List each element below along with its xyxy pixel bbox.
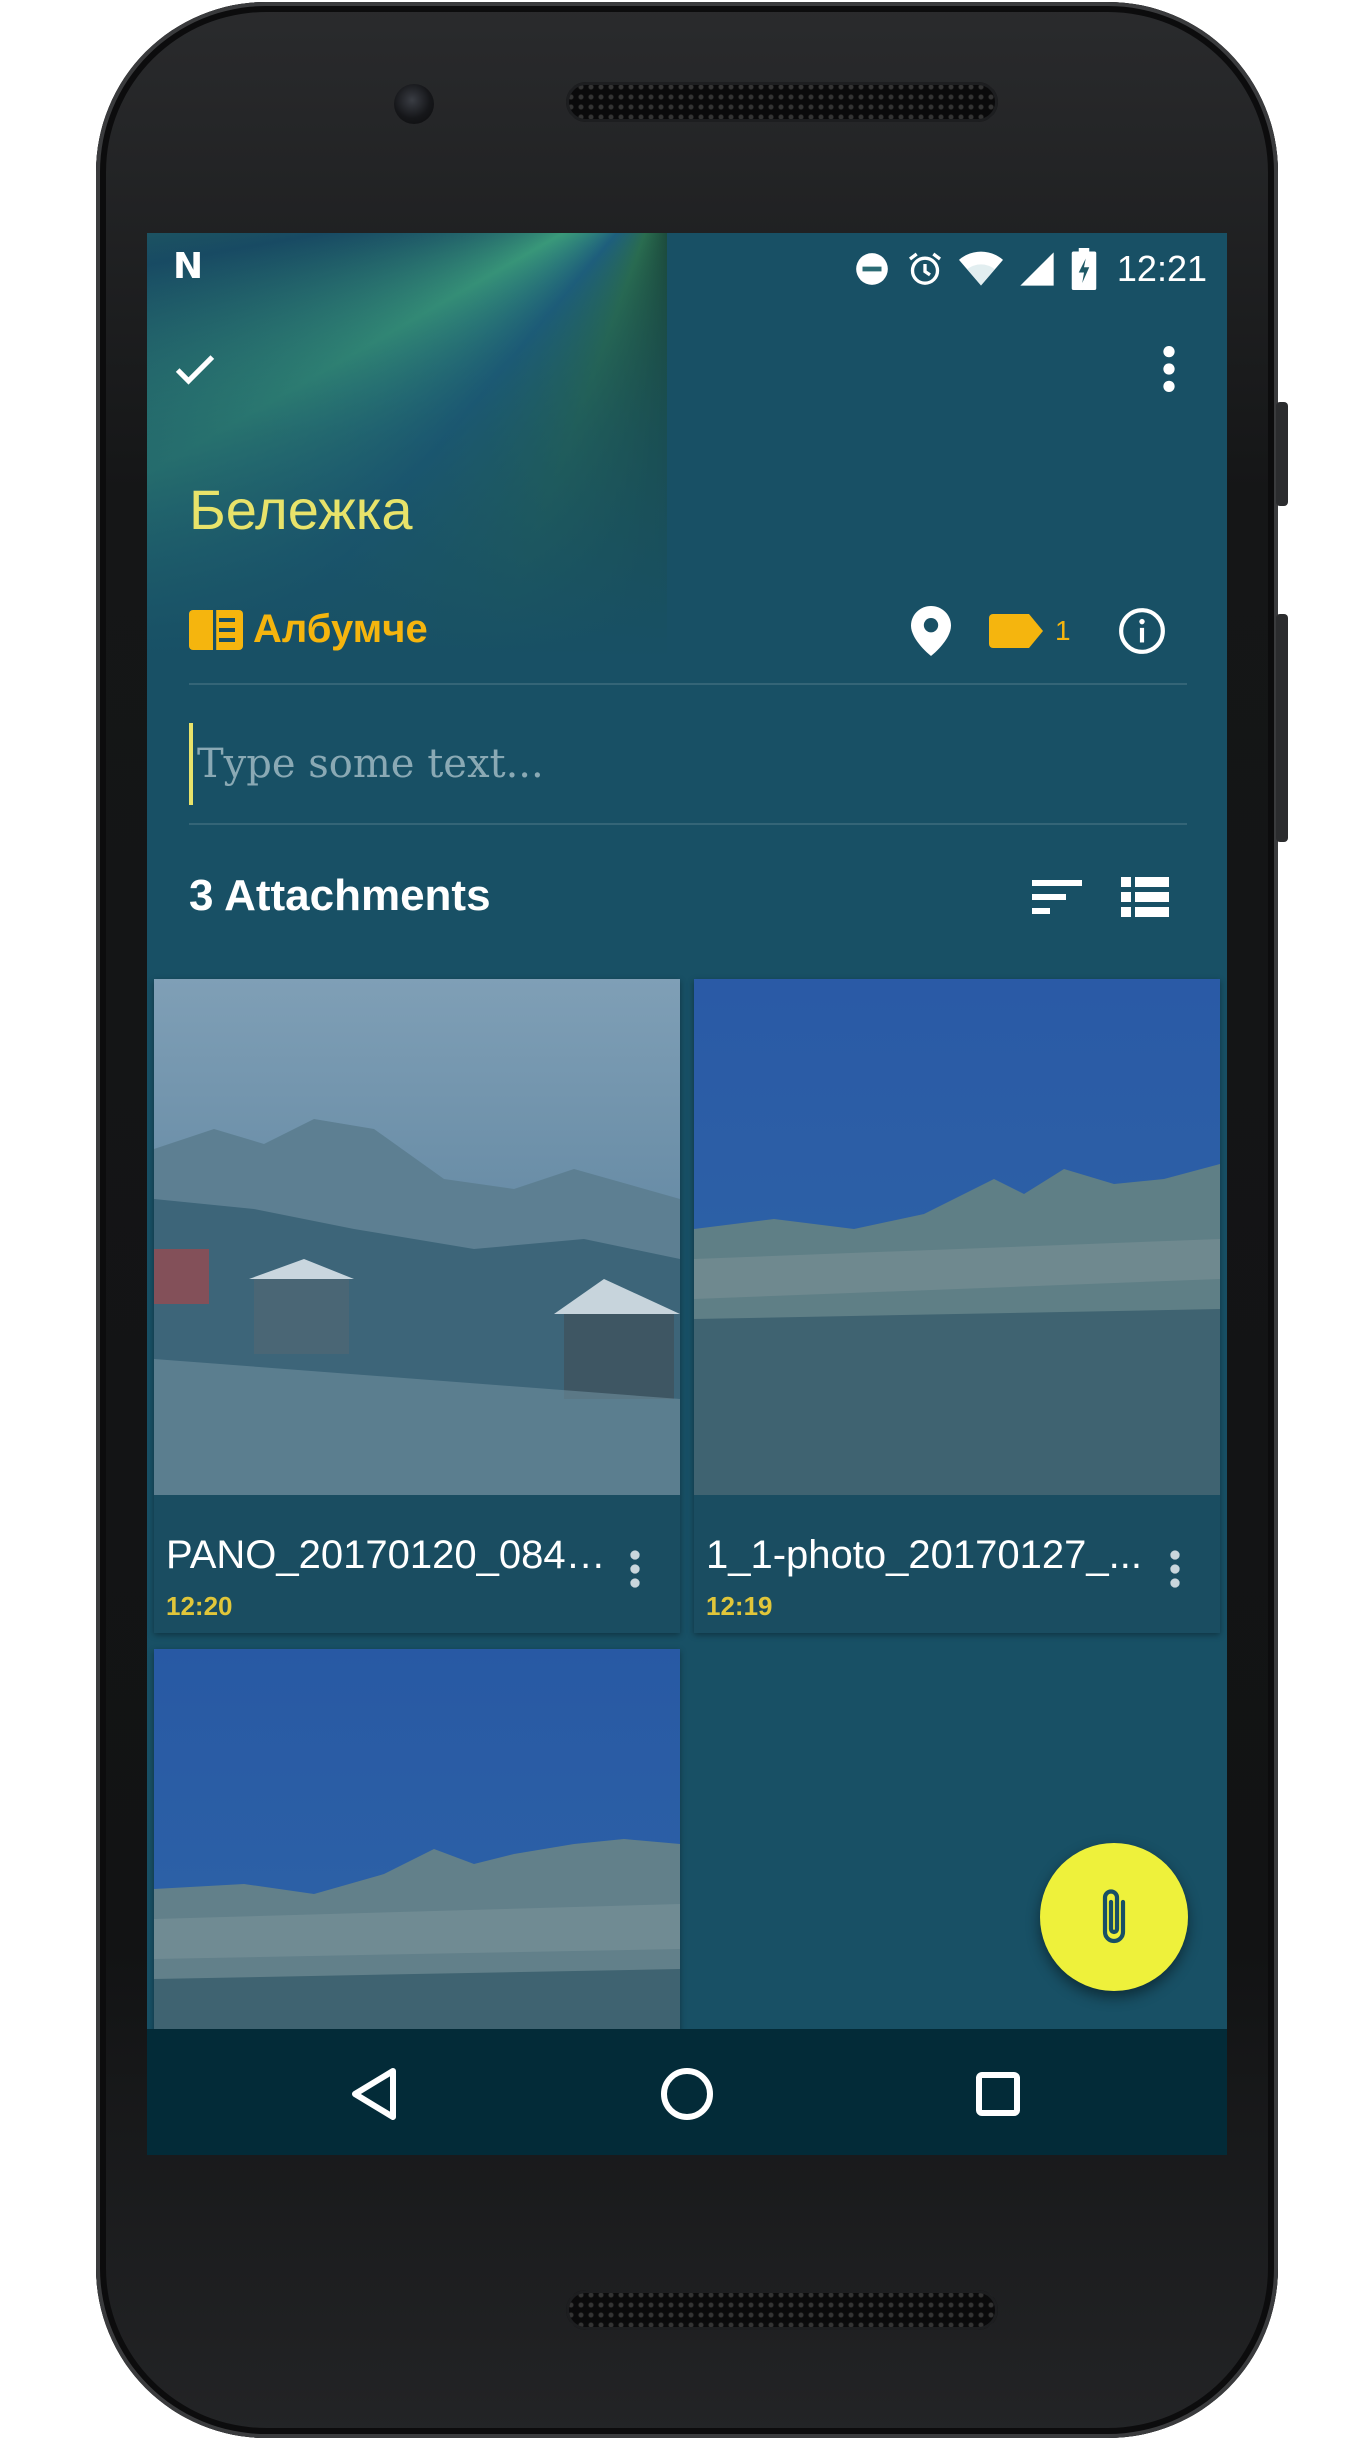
cell-signal-icon (1020, 252, 1054, 286)
attachment-card[interactable]: PANO_20170120_0845... 12:20 (154, 979, 680, 1633)
app-screen: N 12:21 Бележка Албумче 1 Type some text… (147, 233, 1227, 2155)
info-icon (1119, 608, 1165, 654)
home-circle-icon (661, 2068, 713, 2120)
volume-button (1276, 614, 1288, 842)
tag-count: 1 (1055, 615, 1071, 646)
front-camera (394, 84, 434, 124)
wifi-icon (958, 251, 1003, 286)
attachment-menu-button[interactable] (620, 1539, 650, 1599)
album-chip[interactable]: Албумче (189, 607, 428, 652)
attachments-title: 3 Attachments (189, 871, 491, 920)
status-icons: 12:21 (853, 245, 1207, 293)
more-vert-icon (1163, 346, 1175, 392)
note-text-input[interactable] (189, 723, 1197, 805)
back-button[interactable] (339, 2059, 409, 2129)
location-pin-icon (911, 606, 951, 656)
top-speaker (566, 82, 998, 122)
more-vert-icon (630, 1550, 640, 1588)
bottom-speaker (566, 2290, 998, 2330)
info-button[interactable] (1117, 601, 1167, 661)
more-vert-icon (1170, 1550, 1180, 1588)
alarm-icon (908, 252, 941, 285)
n-logo-icon: N (173, 246, 204, 287)
divider-top (189, 683, 1187, 685)
sort-icon (1032, 880, 1082, 914)
attachment-time: 12:19 (706, 1591, 773, 1621)
system-nav-bar (147, 2029, 1227, 2155)
album-label: Албумче (253, 607, 428, 651)
divider-bottom (189, 823, 1187, 825)
status-bar: N 12:21 (147, 233, 1227, 305)
attachment-name: PANO_20170120_0845... (166, 1533, 606, 1577)
recents-button[interactable] (963, 2059, 1033, 2129)
sort-button[interactable] (1017, 857, 1097, 937)
overflow-menu-button[interactable] (1129, 329, 1209, 409)
battery-icon (1071, 248, 1097, 290)
check-icon (175, 355, 215, 385)
tags-button[interactable]: 1 (989, 601, 1071, 661)
view-list-icon (1121, 877, 1169, 917)
note-meta-row: Албумче 1 (189, 595, 1189, 675)
album-icon (189, 609, 243, 650)
view-mode-button[interactable] (1105, 857, 1185, 937)
attach-file-icon (1102, 1889, 1126, 1944)
back-triangle-icon (352, 2068, 396, 2120)
attachment-thumbnail (154, 979, 680, 1495)
attachment-card[interactable]: 1_1-photo_20170127_... 12:19 (694, 979, 1220, 1633)
home-button[interactable] (652, 2059, 722, 2129)
attachment-name: 1_1-photo_20170127_... (706, 1533, 1142, 1577)
attachment-time: 12:20 (166, 1591, 233, 1621)
power-button (1276, 402, 1288, 506)
attach-fab[interactable] (1040, 1843, 1188, 1991)
attachment-menu-button[interactable] (1160, 1539, 1190, 1599)
label-icon (989, 614, 1043, 648)
note-title[interactable]: Бележка (189, 477, 413, 542)
location-button[interactable] (911, 601, 951, 661)
status-clock: 12:21 (1116, 248, 1207, 289)
do-not-disturb-icon (856, 253, 888, 285)
attachment-thumbnail (694, 979, 1220, 1495)
done-button[interactable] (155, 329, 235, 409)
recents-square-icon (976, 2072, 1020, 2116)
